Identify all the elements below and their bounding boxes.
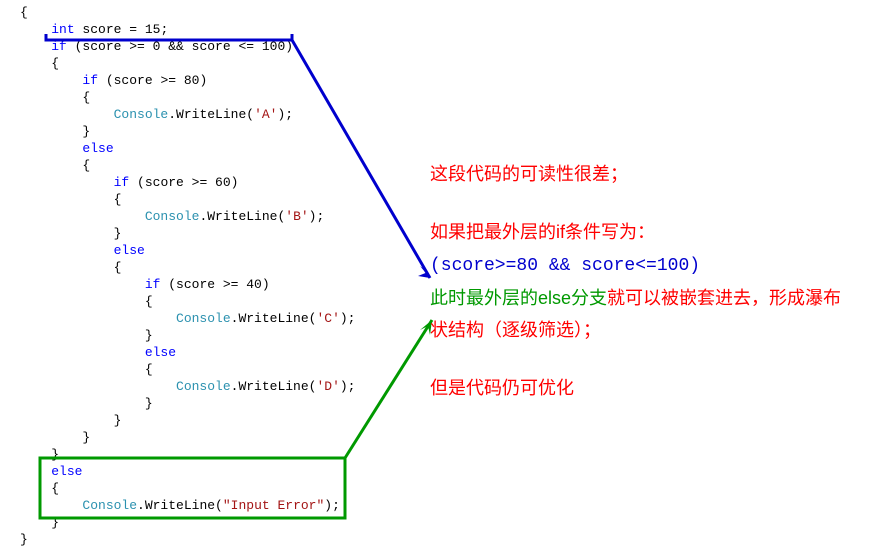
code-line: } xyxy=(20,123,869,140)
code-line: } xyxy=(20,531,869,548)
code-line: } xyxy=(20,412,869,429)
code-line: { xyxy=(20,4,869,21)
annotation-line: 但是代码仍可优化 xyxy=(430,372,850,404)
code-line: Console.WriteLine("Input Error"); xyxy=(20,497,869,514)
code-line: { xyxy=(20,480,869,497)
annotation-line: 这段代码的可读性很差； xyxy=(430,158,850,190)
code-line: int score = 15; xyxy=(20,21,869,38)
annotation-code: (score>=80 && score<=100) xyxy=(430,256,700,276)
code-line: else xyxy=(20,140,869,157)
annotation-text: 这段代码的可读性很差； 如果把最外层的if条件写为： (score>=80 &&… xyxy=(430,158,850,404)
code-line: if (score >= 0 && score <= 100) xyxy=(20,38,869,55)
code-line: { xyxy=(20,55,869,72)
code-line: if (score >= 80) xyxy=(20,72,869,89)
code-line: Console.WriteLine('A'); xyxy=(20,106,869,123)
code-line: { xyxy=(20,89,869,106)
annotation-line: 此时最外层的else分支 xyxy=(430,288,607,308)
code-line: } xyxy=(20,446,869,463)
code-line: } xyxy=(20,514,869,531)
annotation-line: 如果把最外层的if条件写为： xyxy=(430,216,850,248)
code-line: else xyxy=(20,463,869,480)
code-line: } xyxy=(20,429,869,446)
